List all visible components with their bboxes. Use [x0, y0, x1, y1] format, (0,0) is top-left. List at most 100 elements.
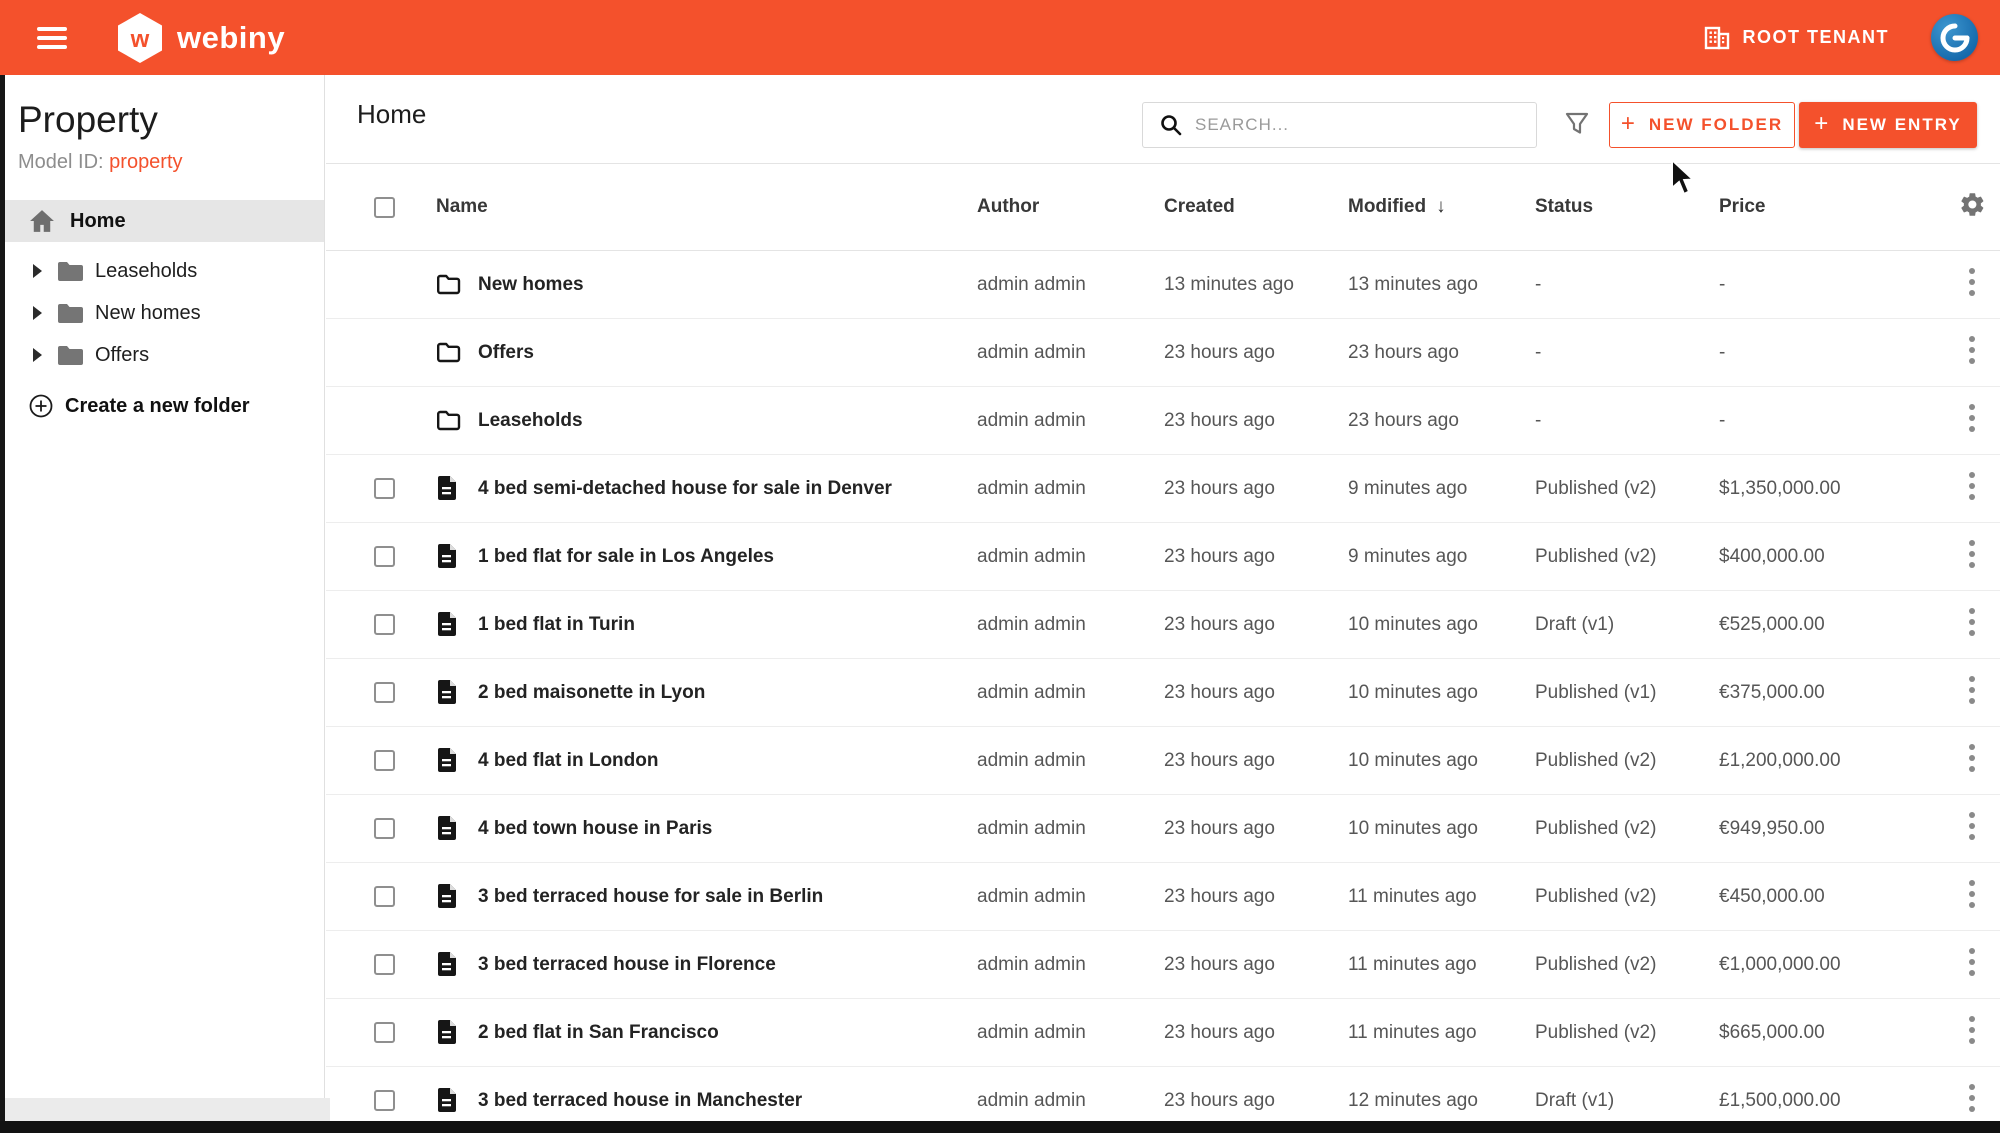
kebab-icon — [1968, 267, 1976, 297]
sidebar-item-leaseholds[interactable]: Leaseholds — [5, 250, 324, 292]
row-price: $1,350,000.00 — [1719, 478, 1944, 500]
table-row[interactable]: 1 bed flat in Turin admin admin 23 hours… — [326, 591, 2000, 659]
row-created: 23 hours ago — [1164, 478, 1348, 500]
row-name[interactable]: 2 bed flat in San Francisco — [478, 1022, 977, 1044]
page-title: Home — [357, 99, 426, 130]
row-checkbox[interactable] — [374, 886, 395, 907]
plus-icon: + — [1814, 110, 1830, 138]
chevron-right-icon[interactable] — [33, 348, 42, 362]
create-new-folder-button[interactable]: Create a new folder — [29, 394, 324, 418]
row-checkbox[interactable] — [374, 750, 395, 771]
row-name[interactable]: 2 bed maisonette in Lyon — [478, 682, 977, 704]
new-entry-button[interactable]: + NEW ENTRY — [1799, 102, 1977, 148]
row-checkbox[interactable] — [374, 1090, 395, 1111]
row-actions-menu-button[interactable] — [1962, 1009, 1982, 1056]
kebab-icon — [1968, 1015, 1976, 1045]
row-modified: 11 minutes ago — [1348, 1022, 1535, 1044]
row-checkbox[interactable] — [374, 478, 395, 499]
row-actions-menu-button[interactable] — [1962, 465, 1982, 512]
table-row[interactable]: 3 bed terraced house in Florence admin a… — [326, 931, 2000, 999]
webiny-logo: w webiny — [115, 12, 285, 64]
chevron-right-icon[interactable] — [33, 264, 42, 278]
sidebar-item-home[interactable]: Home — [5, 200, 324, 242]
filter-button[interactable] — [1564, 111, 1590, 142]
row-name[interactable]: New homes — [478, 274, 977, 296]
table-row[interactable]: Offers admin admin 23 hours ago 23 hours… — [326, 319, 2000, 387]
row-author: admin admin — [977, 342, 1164, 364]
row-modified: 9 minutes ago — [1348, 546, 1535, 568]
row-name[interactable]: 3 bed terraced house for sale in Berlin — [478, 886, 977, 908]
table-row[interactable]: 4 bed flat in London admin admin 23 hour… — [326, 727, 2000, 795]
row-price: €949,950.00 — [1719, 818, 1944, 840]
chevron-right-icon[interactable] — [33, 306, 42, 320]
row-actions-menu-button[interactable] — [1962, 941, 1982, 988]
table-settings-button[interactable] — [1959, 191, 1986, 223]
app: w webiny ROOT TENANT — [0, 0, 2000, 1133]
row-checkbox[interactable] — [374, 614, 395, 635]
table-row[interactable]: 2 bed flat in San Francisco admin admin … — [326, 999, 2000, 1067]
row-name[interactable]: Offers — [478, 342, 977, 364]
folder-tree: Leaseholds New homes Offers — [5, 250, 324, 376]
row-checkbox[interactable] — [374, 818, 395, 839]
row-author: admin admin — [977, 750, 1164, 772]
row-created: 23 hours ago — [1164, 682, 1348, 704]
column-header-author[interactable]: Author — [977, 196, 1164, 218]
column-header-created[interactable]: Created — [1164, 196, 1348, 218]
search-box[interactable] — [1142, 102, 1537, 148]
document-icon — [436, 884, 458, 910]
search-input[interactable] — [1195, 115, 1536, 135]
kebab-icon — [1968, 403, 1976, 433]
user-avatar[interactable] — [1931, 14, 1978, 61]
column-header-name[interactable]: Name — [436, 196, 977, 218]
table-row[interactable]: 4 bed town house in Paris admin admin 23… — [326, 795, 2000, 863]
column-header-price[interactable]: Price — [1719, 196, 1944, 218]
table-row[interactable]: 1 bed flat for sale in Los Angeles admin… — [326, 523, 2000, 591]
row-name[interactable]: 3 bed terraced house in Manchester — [478, 1090, 977, 1112]
row-actions-menu-button[interactable] — [1962, 669, 1982, 716]
column-header-modified[interactable]: Modified↓ — [1348, 196, 1535, 218]
row-author: admin admin — [977, 682, 1164, 704]
table-row[interactable]: 2 bed maisonette in Lyon admin admin 23 … — [326, 659, 2000, 727]
row-name[interactable]: 1 bed flat for sale in Los Angeles — [478, 546, 977, 568]
kebab-icon — [1968, 879, 1976, 909]
row-checkbox[interactable] — [374, 954, 395, 975]
select-all-checkbox[interactable] — [374, 197, 395, 218]
row-actions-menu-button[interactable] — [1962, 805, 1982, 852]
row-actions-menu-button[interactable] — [1962, 329, 1982, 376]
row-checkbox[interactable] — [374, 546, 395, 567]
row-actions-menu-button[interactable] — [1962, 1077, 1982, 1124]
row-actions-menu-button[interactable] — [1962, 737, 1982, 784]
table-row[interactable]: 4 bed semi-detached house for sale in De… — [326, 455, 2000, 523]
sidebar-item-offers[interactable]: Offers — [5, 334, 324, 376]
row-name[interactable]: 1 bed flat in Turin — [478, 614, 977, 636]
row-actions-menu-button[interactable] — [1962, 533, 1982, 580]
table-row[interactable]: 3 bed terraced house for sale in Berlin … — [326, 863, 2000, 931]
sidebar-item-new-homes[interactable]: New homes — [5, 292, 324, 334]
gear-icon — [1959, 191, 1986, 218]
tenant-selector[interactable]: ROOT TENANT — [1703, 25, 1890, 51]
menu-icon[interactable] — [37, 27, 67, 49]
row-status: Published (v2) — [1535, 954, 1719, 976]
row-actions-menu-button[interactable] — [1962, 261, 1982, 308]
table-row[interactable]: New homes admin admin 13 minutes ago 13 … — [326, 251, 2000, 319]
row-name[interactable]: 3 bed terraced house in Florence — [478, 954, 977, 976]
new-folder-button[interactable]: + NEW FOLDER — [1609, 102, 1795, 148]
row-modified: 10 minutes ago — [1348, 682, 1535, 704]
sidebar: Property Model ID: property Home Leaseho… — [5, 75, 325, 1098]
model-title: Property — [18, 99, 324, 141]
row-actions-menu-button[interactable] — [1962, 601, 1982, 648]
kebab-icon — [1968, 471, 1976, 501]
table-row[interactable]: Leaseholds admin admin 23 hours ago 23 h… — [326, 387, 2000, 455]
row-name[interactable]: Leaseholds — [478, 410, 977, 432]
row-author: admin admin — [977, 954, 1164, 976]
row-actions-menu-button[interactable] — [1962, 397, 1982, 444]
row-checkbox[interactable] — [374, 1022, 395, 1043]
row-name[interactable]: 4 bed flat in London — [478, 750, 977, 772]
document-icon — [436, 1020, 458, 1046]
column-header-status[interactable]: Status — [1535, 196, 1719, 218]
row-actions-menu-button[interactable] — [1962, 873, 1982, 920]
row-name[interactable]: 4 bed semi-detached house for sale in De… — [478, 478, 977, 500]
row-checkbox[interactable] — [374, 682, 395, 703]
row-name[interactable]: 4 bed town house in Paris — [478, 818, 977, 840]
folder-icon — [56, 261, 83, 282]
